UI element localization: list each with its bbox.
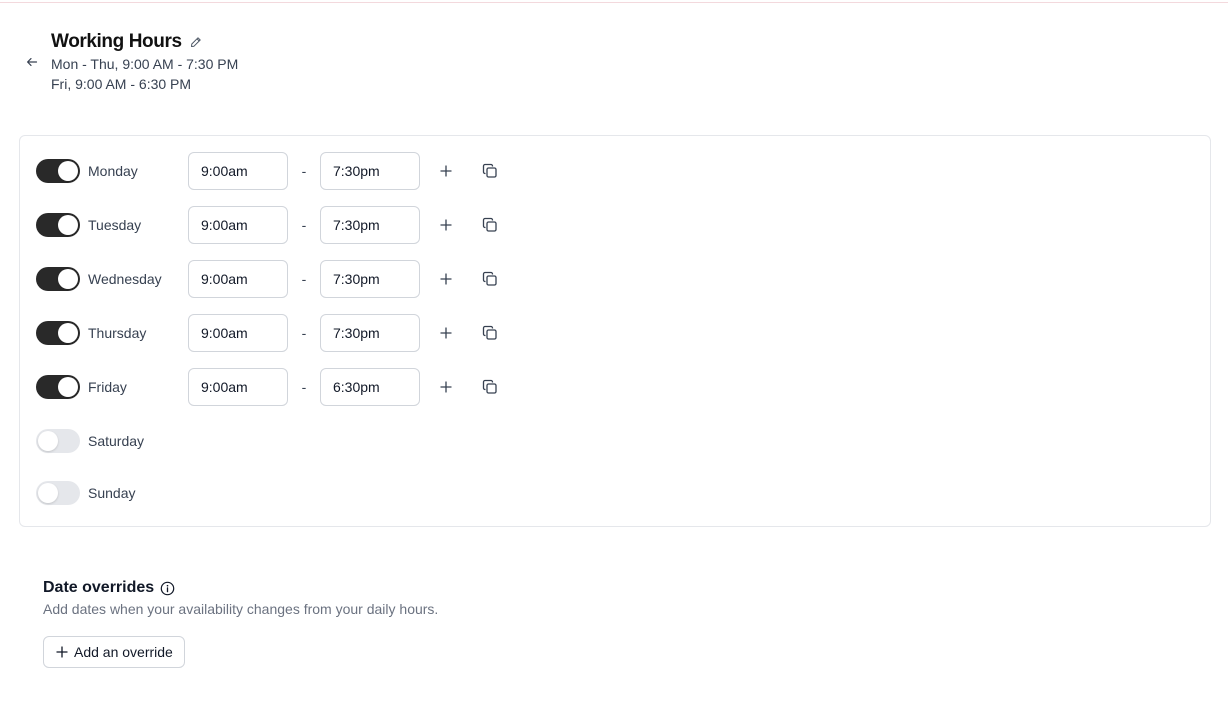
toggle-knob	[58, 161, 78, 181]
day-row-tuesday: Tuesday 9:00am - 7:30pm	[36, 206, 504, 244]
day-row-monday: Monday 9:00am - 7:30pm	[36, 152, 504, 190]
tuesday-add-slot-button[interactable]	[432, 211, 460, 239]
copy-icon	[482, 325, 497, 340]
thursday-toggle[interactable]	[36, 321, 80, 345]
day-row-sunday: Sunday	[36, 474, 188, 512]
thursday-copy-button[interactable]	[476, 319, 504, 347]
thursday-add-slot-button[interactable]	[432, 319, 460, 347]
monday-add-slot-button[interactable]	[432, 157, 460, 185]
friday-end-time[interactable]: 6:30pm	[320, 368, 420, 406]
day-label: Saturday	[88, 433, 145, 449]
wednesday-end-time[interactable]: 7:30pm	[320, 260, 420, 298]
monday-toggle[interactable]	[36, 159, 80, 183]
plus-icon	[56, 646, 68, 658]
saturday-toggle[interactable]	[36, 429, 80, 453]
day-row-saturday: Saturday	[36, 422, 188, 460]
copy-icon	[482, 217, 497, 232]
copy-icon	[482, 379, 497, 394]
thursday-end-time[interactable]: 7:30pm	[320, 314, 420, 352]
day-label: Tuesday	[88, 217, 142, 233]
toggle-knob	[38, 483, 58, 503]
day-label: Sunday	[88, 485, 136, 501]
time-separator: -	[301, 163, 307, 179]
toggle-knob	[38, 431, 58, 451]
info-button[interactable]	[159, 580, 175, 596]
back-button[interactable]	[24, 54, 40, 70]
friday-add-slot-button[interactable]	[432, 373, 460, 401]
sunday-toggle[interactable]	[36, 481, 80, 505]
time-separator: -	[301, 379, 307, 395]
toggle-knob	[58, 323, 78, 343]
page-header: Working Hours Mon - Thu, 9:00 AM - 7:30 …	[24, 30, 238, 94]
info-icon	[160, 581, 174, 595]
add-override-button[interactable]: Add an override	[43, 636, 185, 668]
friday-copy-button[interactable]	[476, 373, 504, 401]
monday-end-time[interactable]: 7:30pm	[320, 152, 420, 190]
friday-toggle[interactable]	[36, 375, 80, 399]
wednesday-toggle[interactable]	[36, 267, 80, 291]
day-label: Thursday	[88, 325, 147, 341]
add-override-label: Add an override	[74, 644, 173, 660]
wednesday-add-slot-button[interactable]	[432, 265, 460, 293]
plus-icon	[440, 327, 452, 339]
toggle-knob	[58, 377, 78, 397]
top-divider	[0, 2, 1228, 3]
day-row-thursday: Thursday 9:00am - 7:30pm	[36, 314, 504, 352]
header-text: Working Hours Mon - Thu, 9:00 AM - 7:30 …	[51, 30, 238, 94]
tuesday-start-time[interactable]: 9:00am	[188, 206, 288, 244]
toggle-knob	[58, 269, 78, 289]
date-overrides-section: Date overrides Add dates when your avail…	[43, 578, 438, 668]
tuesday-copy-button[interactable]	[476, 211, 504, 239]
date-overrides-description: Add dates when your availability changes…	[43, 601, 439, 617]
plus-icon	[440, 381, 452, 393]
date-overrides-title: Date overrides	[43, 579, 155, 596]
day-row-wednesday: Wednesday 9:00am - 7:30pm	[36, 260, 504, 298]
tuesday-toggle[interactable]	[36, 213, 80, 237]
plus-icon	[440, 219, 452, 231]
copy-icon	[482, 163, 497, 178]
page-title: Working Hours	[51, 31, 182, 52]
schedule-summary-line: Fri, 9:00 AM - 6:30 PM	[51, 76, 192, 92]
schedule-summary-line: Mon - Thu, 9:00 AM - 7:30 PM	[51, 56, 239, 72]
time-separator: -	[301, 217, 307, 233]
day-label: Wednesday	[88, 271, 162, 287]
plus-icon	[440, 273, 452, 285]
thursday-start-time[interactable]: 9:00am	[188, 314, 288, 352]
tuesday-end-time[interactable]: 7:30pm	[320, 206, 420, 244]
day-row-friday: Friday 9:00am - 6:30pm	[36, 368, 504, 406]
time-separator: -	[301, 325, 307, 341]
wednesday-copy-button[interactable]	[476, 265, 504, 293]
wednesday-start-time[interactable]: 9:00am	[188, 260, 288, 298]
edit-title-button[interactable]	[189, 35, 203, 49]
pencil-icon	[190, 37, 201, 47]
plus-icon	[440, 165, 452, 177]
day-label: Monday	[88, 163, 138, 179]
arrow-left-icon	[27, 58, 38, 66]
day-label: Friday	[88, 379, 127, 395]
toggle-knob	[58, 215, 78, 235]
time-separator: -	[301, 271, 307, 287]
weekly-schedule-card: Monday 9:00am - 7:30pm Tuesday 9:00am - …	[19, 135, 1211, 527]
friday-start-time[interactable]: 9:00am	[188, 368, 288, 406]
copy-icon	[482, 271, 497, 286]
monday-start-time[interactable]: 9:00am	[188, 152, 288, 190]
monday-copy-button[interactable]	[476, 157, 504, 185]
